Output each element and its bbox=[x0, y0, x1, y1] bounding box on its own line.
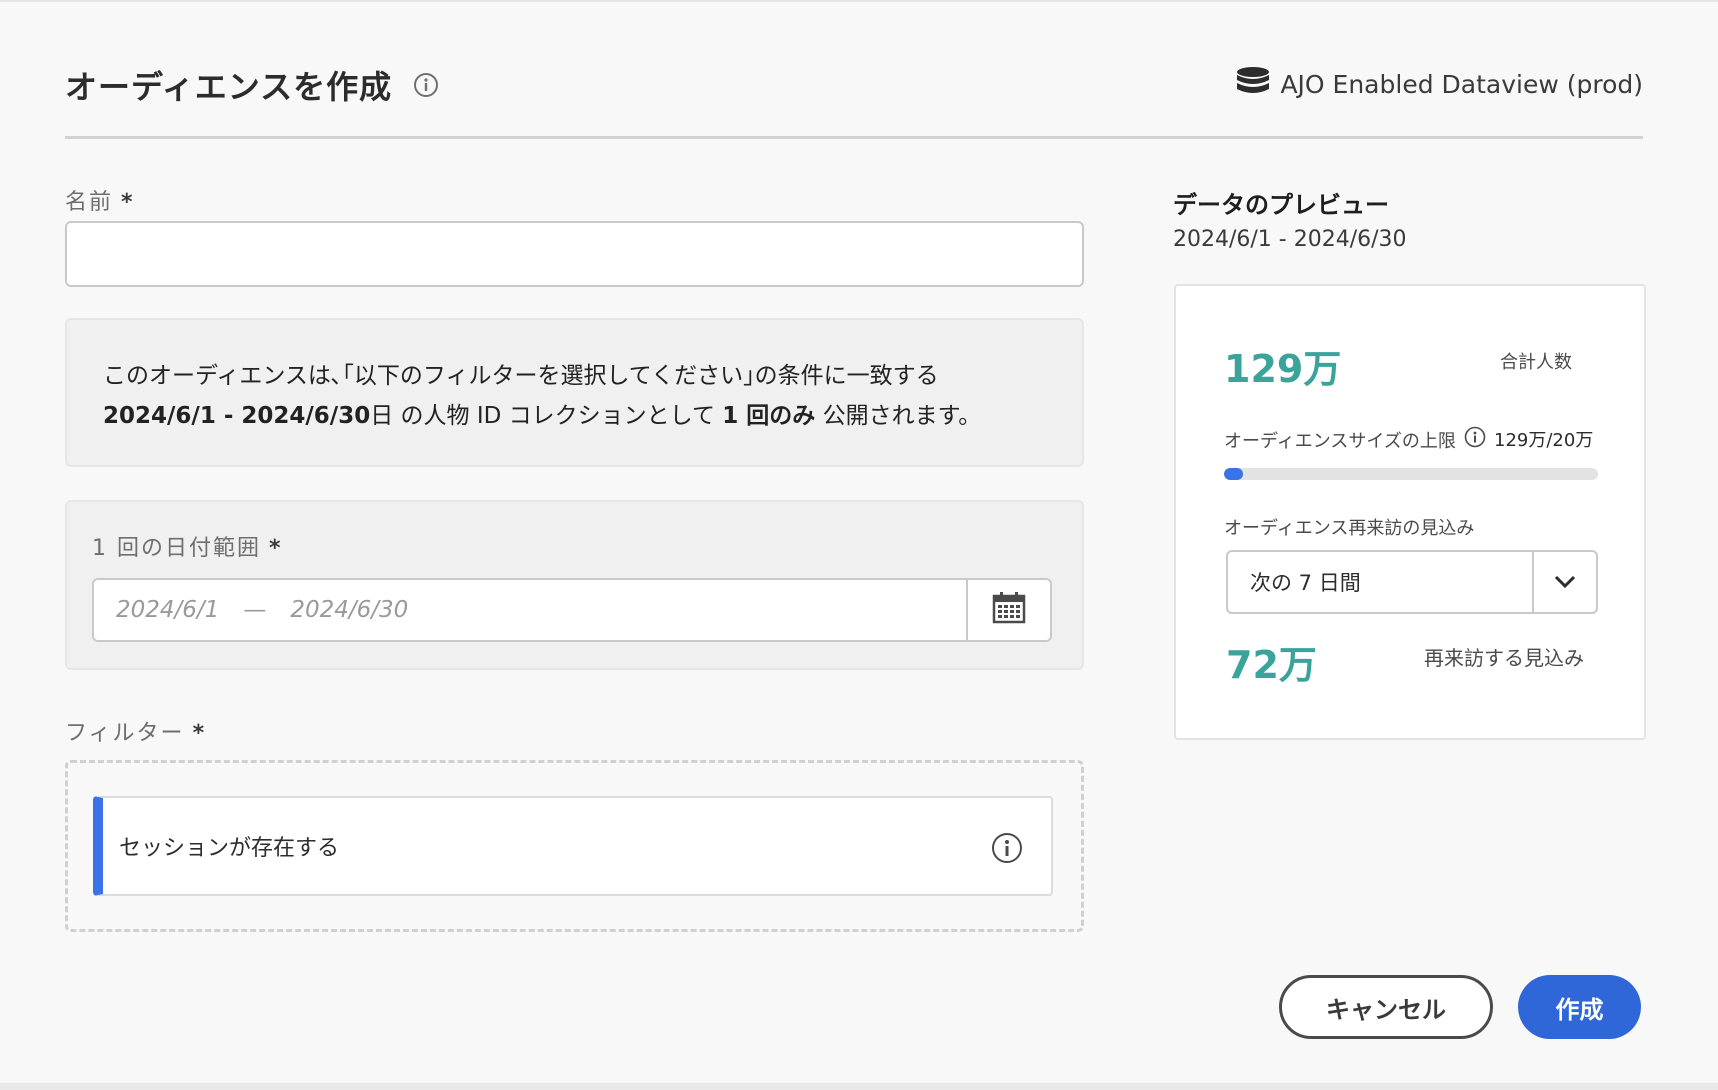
size-limit-label: オーディエンスサイズの上限 bbox=[1224, 430, 1456, 452]
dataview-label: AJO Enabled Dataview (prod) bbox=[1280, 69, 1643, 99]
page-title: オーディエンスを作成 bbox=[65, 68, 393, 106]
return-period-select[interactable]: 次の 7 日間 bbox=[1226, 550, 1598, 614]
date-range-section: 1 回の日付範囲 * 2024/6/1 — 2024/6/30 bbox=[65, 500, 1084, 670]
chevron-down-icon[interactable] bbox=[1532, 552, 1596, 612]
name-label: 名前 * bbox=[65, 190, 135, 215]
info-icon[interactable] bbox=[1464, 426, 1486, 453]
return-value-label: 再来訪する見込み bbox=[1424, 646, 1584, 670]
audience-summary: このオーディエンスは､｢以下のフィルターを選択してください｣の条件に一致する 2… bbox=[65, 318, 1084, 467]
name-input[interactable] bbox=[65, 221, 1084, 287]
summary-line-2: 2024/6/1 - 2024/6/30日 の人物 ID コレクションとして 1… bbox=[103, 403, 982, 429]
size-limit-value: 129万/20万 bbox=[1494, 430, 1594, 451]
size-limit-row: オーディエンスサイズの上限 bbox=[1224, 426, 1486, 453]
filter-item-label: セッションが存在する bbox=[119, 836, 340, 861]
date-range-label: 1 回の日付範囲 * bbox=[92, 536, 283, 561]
preview-title: データのプレビュー bbox=[1173, 191, 1389, 219]
total-people-label: 合計人数 bbox=[1500, 352, 1572, 373]
preview-card: 129万 合計人数 オーディエンスサイズの上限 129万/20万 オーディエンス… bbox=[1174, 284, 1646, 740]
preview-range: 2024/6/1 - 2024/6/30 bbox=[1173, 227, 1407, 252]
database-icon bbox=[1236, 66, 1270, 102]
return-value: 72万 bbox=[1226, 643, 1317, 687]
header-divider bbox=[65, 136, 1643, 139]
calendar-button[interactable] bbox=[966, 580, 1050, 640]
create-button[interactable]: 作成 bbox=[1518, 975, 1641, 1039]
info-icon[interactable] bbox=[991, 832, 1023, 870]
cancel-button[interactable]: キャンセル bbox=[1279, 975, 1493, 1039]
size-limit-progress-fill bbox=[1224, 468, 1243, 480]
summary-date-range: 2024/6/1 - 2024/6/30 bbox=[103, 403, 371, 429]
summary-line-1: このオーディエンスは､｢以下のフィルターを選択してください｣の条件に一致する bbox=[103, 363, 939, 389]
date-separator: — bbox=[243, 597, 267, 623]
size-limit-progress bbox=[1224, 468, 1598, 480]
create-audience-dialog: オーディエンスを作成 AJO Enabled Dataview (prod) 名… bbox=[0, 0, 1718, 1083]
return-period-value: 次の 7 日間 bbox=[1250, 571, 1361, 595]
date-range-picker[interactable]: 2024/6/1 — 2024/6/30 bbox=[92, 578, 1052, 642]
calendar-icon bbox=[992, 592, 1026, 628]
filter-drop-zone[interactable]: セッションが存在する bbox=[65, 760, 1084, 932]
filter-label: フィルター * bbox=[65, 721, 207, 746]
dataview-selector[interactable]: AJO Enabled Dataview (prod) bbox=[1236, 66, 1643, 102]
total-people-value: 129万 bbox=[1224, 347, 1342, 391]
filter-item[interactable]: セッションが存在する bbox=[93, 796, 1053, 896]
date-start[interactable]: 2024/6/1 bbox=[116, 597, 219, 623]
summary-frequency: 1 回のみ bbox=[722, 403, 816, 429]
date-end[interactable]: 2024/6/30 bbox=[290, 597, 408, 623]
return-label: オーディエンス再来訪の見込み bbox=[1224, 518, 1475, 539]
info-icon[interactable] bbox=[413, 72, 439, 102]
dialog-header: オーディエンスを作成 AJO Enabled Dataview (prod) bbox=[65, 62, 1643, 112]
